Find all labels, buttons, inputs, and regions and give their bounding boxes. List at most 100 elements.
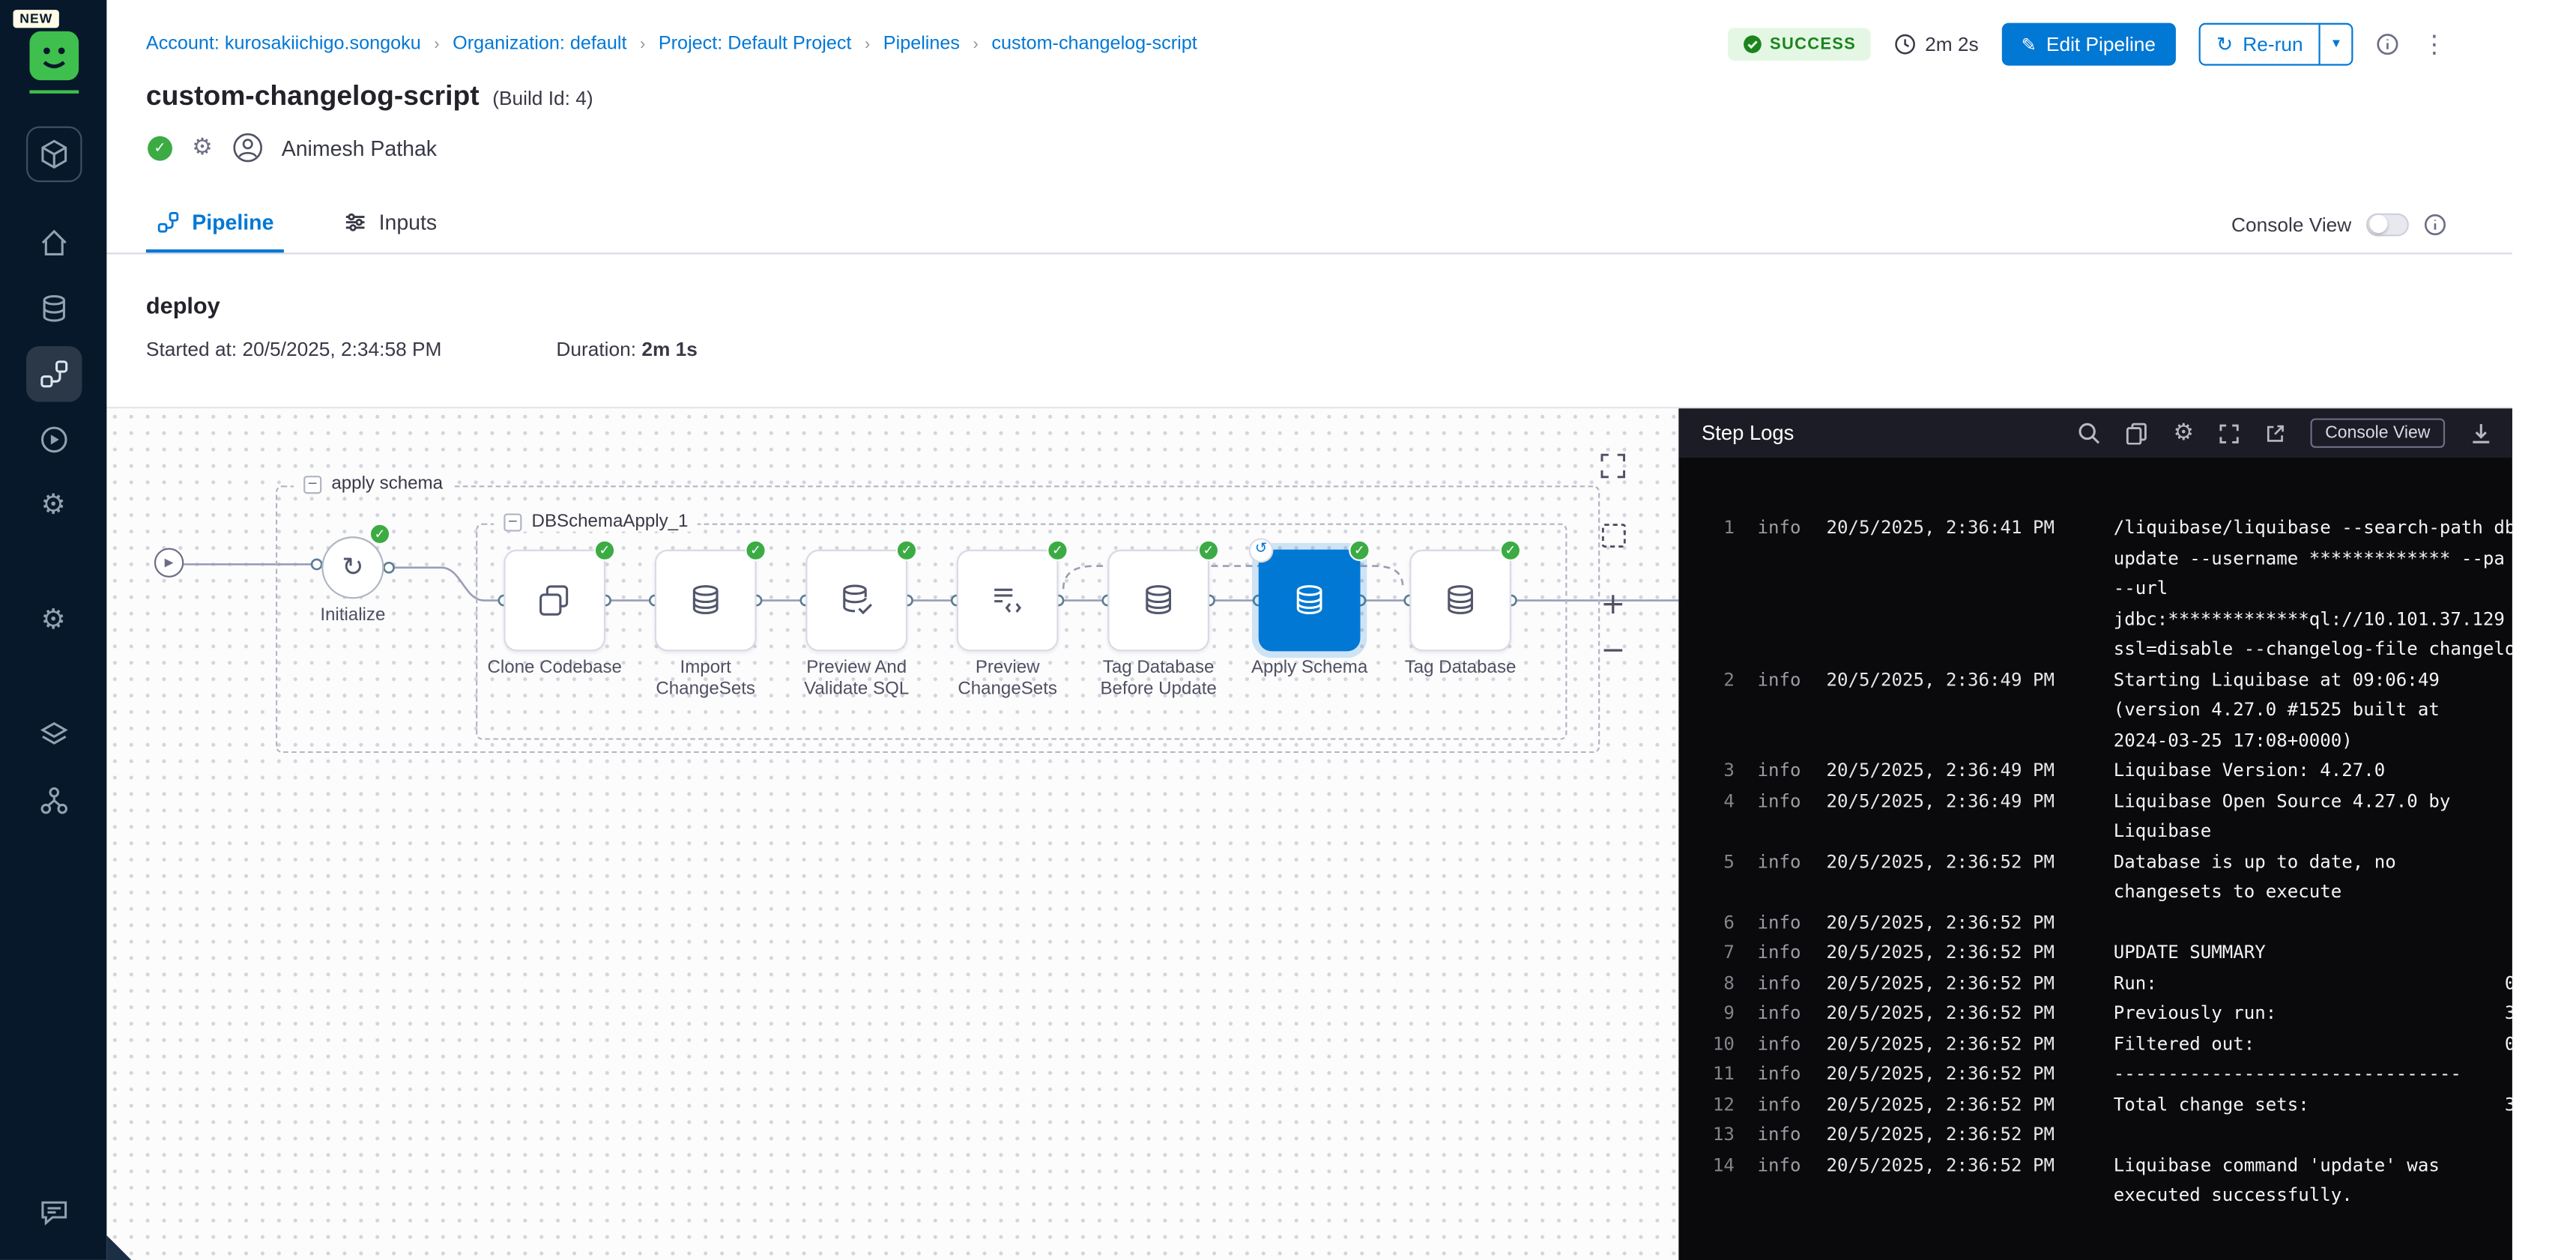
play-icon: ▶ [165,557,174,569]
gear-icon[interactable]: ⚙ [2173,422,2194,445]
selection-tool-button[interactable] [1591,513,1634,556]
sidebar-item-pipelines[interactable] [25,346,81,402]
kebab-menu-icon[interactable]: ⋮ [2422,32,2446,57]
sidebar-item-feedback[interactable] [25,1184,81,1240]
app-root: NEW ⚙ ⚙ [0,0,2576,1260]
duration-value: 2m 2s [1925,33,1979,56]
log-line-number: 11 [1685,1060,1735,1091]
sidebar-item-database[interactable] [25,280,81,336]
step-initialize[interactable]: ↻ [321,536,384,599]
group-dbschemaapply-label[interactable]: DBSchemaApply_1 [532,512,689,531]
console-view-toggle-label: Console View [2231,213,2351,236]
fullscreen-icon[interactable] [2219,422,2240,443]
breadcrumb-item: Account: kurosakiichigo.songoku › [146,34,440,54]
log-level: info [1757,999,1826,1030]
sidebar-item-hierarchy[interactable] [25,772,81,828]
log-timestamp: 20/5/2025, 2:36:49 PM [1826,665,2113,696]
start-node[interactable]: ▶ [154,548,184,577]
org-chart-icon [37,784,70,817]
info-icon[interactable] [2376,33,2399,56]
group-apply-schema-label[interactable]: apply schema [331,474,443,494]
log-level: info [1757,969,1826,999]
step-preview-changesets[interactable] [957,550,1059,652]
rerun-caret[interactable]: ▾ [2319,25,2351,64]
log-timestamp: 20/5/2025, 2:36:41 PM [1826,513,2113,544]
console-view-button[interactable]: Console View [2310,418,2445,447]
info-icon[interactable] [2424,213,2447,236]
step-tag-database-before-update[interactable] [1107,550,1209,652]
pipeline-canvas[interactable]: − apply schema − DBSchemaApply_1 ▶ ↻ ✓ I… [106,408,1678,1260]
log-timestamp: 20/5/2025, 2:36:52 PM [1826,1090,2113,1121]
log-level: info [1757,665,1826,696]
log-message: Starting Liquibase at 09:06:49 (version … [2114,665,2512,757]
sidebar-item-home[interactable] [25,215,81,270]
zoom-out-button[interactable]: − [1591,629,1634,671]
canvas-resize-handle[interactable] [106,1235,133,1260]
log-line-number: 8 [1685,969,1735,999]
sidebar-item-layers[interactable] [25,707,81,763]
breadcrumb-item: Pipelines › [883,34,979,54]
download-icon[interactable] [2470,422,2493,445]
log-message: Liquibase Open Source 4.27.0 by Liquibas… [2114,787,2512,847]
tab-pipeline[interactable]: Pipeline [146,196,284,253]
step-label: Initialize [277,605,428,626]
author-name: Animesh Pathak [282,136,437,160]
step-label: Tag Database [1385,658,1535,679]
rerun-label: Re-run [2243,33,2303,56]
step-clone-codebase[interactable] [504,550,605,652]
breadcrumb-separator: › [973,35,979,53]
collapse-icon[interactable]: − [504,512,521,530]
sidebar-item-environments[interactable]: ⚙ [25,477,81,533]
clone-icon [535,581,575,620]
log-message: -------------------------------- [2114,1060,2512,1091]
pencil-icon: ✎ [2022,35,2037,53]
copy-icon[interactable] [2126,422,2149,445]
breadcrumb-link[interactable]: Pipelines [883,34,960,54]
log-timestamp: 20/5/2025, 2:36:49 PM [1826,787,2113,817]
sidebar-item-executions[interactable] [25,412,81,467]
step-label: Clone Codebase [479,658,629,679]
log-timestamp: 20/5/2025, 2:36:52 PM [1826,1029,2113,1060]
log-timestamp: 20/5/2025, 2:36:52 PM [1826,969,2113,999]
zoom-in-button[interactable]: + [1591,582,1634,625]
edit-pipeline-button[interactable]: ✎ Edit Pipeline [2001,23,2175,66]
started-at: Started at: 20/5/2025, 2:34:58 PM [146,338,442,361]
fullscreen-button[interactable] [1591,444,1634,487]
edit-pipeline-label: Edit Pipeline [2046,33,2156,56]
page-title: custom-changelog-script [146,80,480,113]
log-line-number: 10 [1685,1029,1735,1060]
sidebar-item-module[interactable] [25,127,81,182]
log-message: Total change sets: 3 [2114,1090,2512,1121]
log-row: 2 info 20/5/2025, 2:36:49 PM Starting Li… [1678,665,2512,757]
console-view-toggle[interactable] [2366,213,2409,236]
step-apply-schema[interactable] [1259,550,1361,652]
step-tag-database[interactable] [1409,550,1511,652]
breadcrumb-link[interactable]: Account: kurosakiichigo.songoku [146,34,421,54]
log-line-number: 14 [1685,1151,1735,1181]
database-icon [1441,581,1481,620]
log-list[interactable]: 1 info 20/5/2025, 2:36:41 PM /liquibase/… [1678,458,2512,1211]
search-icon[interactable] [2078,422,2101,445]
log-timestamp: 20/5/2025, 2:36:52 PM [1826,939,2113,969]
step-preview-validate-sql[interactable] [805,550,907,652]
step-import-changesets[interactable] [655,550,757,652]
database-icon [1139,581,1179,620]
breadcrumb-link[interactable]: Project: Default Project [659,34,852,54]
external-link-icon[interactable] [2264,422,2285,443]
breadcrumb-link[interactable]: Organization: default [453,34,626,54]
tab-bar: Pipeline Inputs Console View [106,196,2512,255]
collapse-icon[interactable]: − [303,475,321,493]
tab-inputs[interactable]: Inputs [333,196,447,253]
log-row: 8 info 20/5/2025, 2:36:52 PM Run: 0 [1678,969,2512,999]
sidebar-item-settings[interactable]: ⚙ [25,593,81,648]
step-logs-header: Step Logs ⚙ Console View [1678,408,2512,458]
log-level: info [1757,1151,1826,1181]
chat-icon [37,1196,70,1229]
breadcrumb-link[interactable]: custom-changelog-script [991,34,1197,54]
trigger-gear-icon[interactable]: ⚙ [192,136,213,160]
step-label: Import ChangeSets [630,658,781,700]
status-badge: SUCCESS [1727,28,1871,61]
harness-logo-icon[interactable] [28,31,78,81]
log-message: Filtered out: 0 [2114,1029,2512,1060]
rerun-button[interactable]: ↻ Re-run ▾ [2198,23,2353,66]
